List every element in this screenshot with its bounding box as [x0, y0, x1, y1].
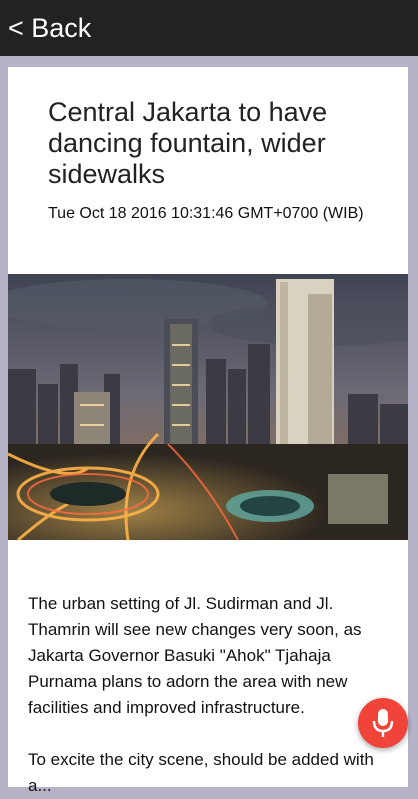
back-button[interactable]: < Back	[0, 13, 91, 44]
article-paragraph: To excite the city scene, should be adde…	[28, 750, 374, 795]
voice-input-button[interactable]	[358, 698, 408, 748]
article-header: Central Jakarta to have dancing fountain…	[8, 67, 408, 275]
article-date: Tue Oct 18 2016 10:31:46 GMT+0700 (WIB)	[48, 205, 364, 222]
city-skyline-image	[8, 274, 408, 540]
article-title: Central Jakarta to have dancing fountain…	[48, 97, 328, 189]
top-app-bar: < Back	[0, 0, 418, 56]
article-body: The urban setting of Jl. Sudirman and Jl…	[28, 591, 378, 799]
article-hero-image	[8, 274, 408, 540]
back-label: < Back	[8, 12, 92, 43]
article-card: Central Jakarta to have dancing fountain…	[8, 67, 408, 795]
article-paragraph: The urban setting of Jl. Sudirman and Jl…	[28, 594, 362, 717]
microphone-icon	[372, 709, 394, 737]
